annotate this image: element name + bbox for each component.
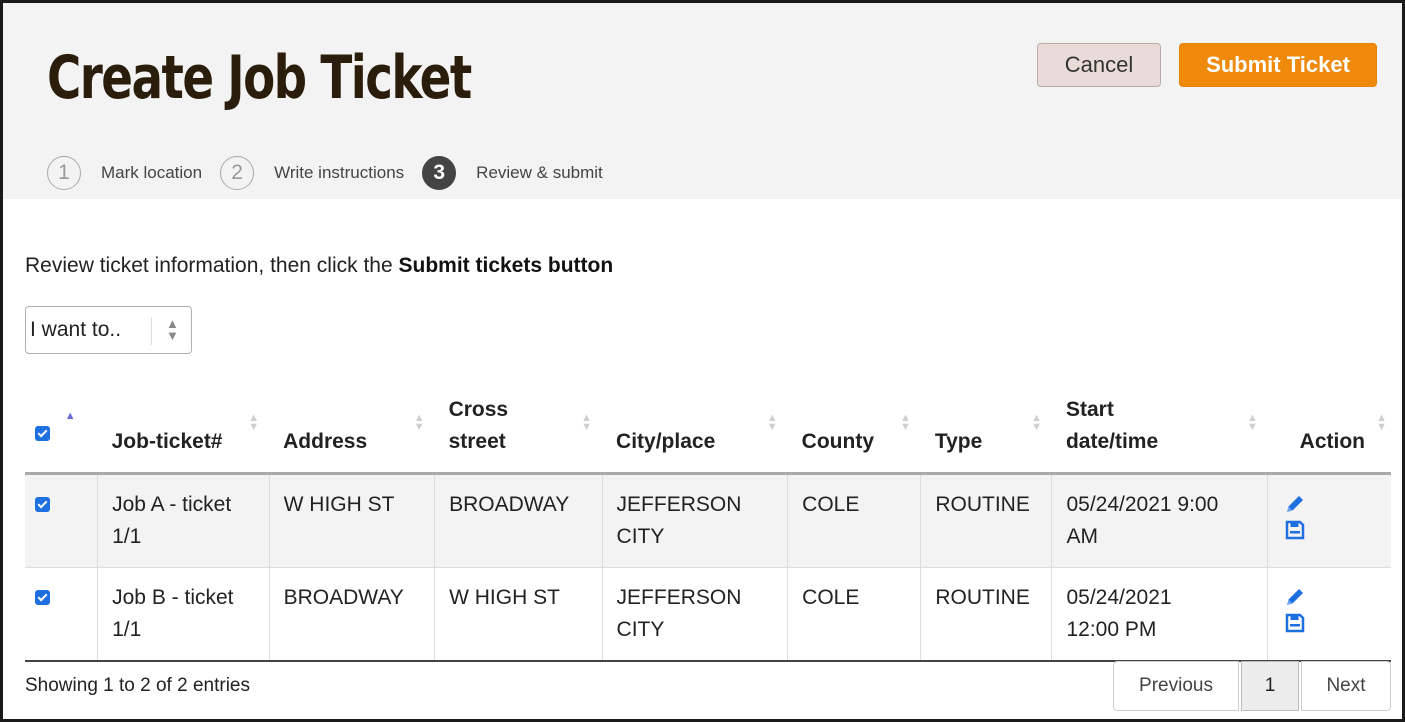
select-arrows-icon: ▲ ▼ — [166, 316, 179, 343]
job-ticket-cell: Job A - ticket 1/1 — [97, 473, 270, 568]
table-header-row: ▲ Job-ticket# ▲ ▼ Address ▲ ▼ Cross street… — [25, 386, 1391, 475]
sort-icon[interactable]: ▲ — [65, 411, 76, 422]
sort-icon[interactable]: ▲ ▼ — [900, 413, 911, 433]
column-header-start-date[interactable]: Start date/time ▲ ▼ — [1051, 386, 1268, 475]
table-row: Job A - ticket 1/1 W HIGH ST BROADWAY JE… — [25, 473, 1391, 568]
sort-icon[interactable]: ▲ ▼ — [581, 413, 592, 433]
app-frame: Create Job Ticket Cancel Submit Ticket 1… — [0, 0, 1405, 722]
save-icon[interactable] — [1284, 612, 1306, 634]
column-header-label: Start — [1065, 397, 1114, 421]
type-cell: ROUTINE — [920, 567, 1053, 662]
sort-icon[interactable]: ▲ ▼ — [248, 413, 259, 433]
city-cell: JEFFERSON CITY — [602, 473, 789, 568]
submit-ticket-button[interactable]: Submit Ticket — [1179, 43, 1377, 87]
previous-page-button[interactable]: Previous — [1113, 661, 1239, 711]
job-ticket-cell: Job B - ticket 1/1 — [97, 567, 270, 662]
sort-icon[interactable]: ▲ ▼ — [767, 413, 778, 433]
row-checkbox[interactable] — [35, 497, 50, 513]
cross-street-cell: BROADWAY — [434, 473, 603, 568]
tickets-table: ▲ Job-ticket# ▲ ▼ Address ▲ ▼ Cross street… — [25, 386, 1391, 662]
cell-text: Job A - ticket — [112, 492, 232, 516]
next-page-button[interactable]: Next — [1301, 661, 1391, 711]
entries-info: Showing 1 to 2 of 2 entries — [25, 675, 250, 696]
action-cell — [1267, 567, 1391, 662]
step-3-number: 3 — [422, 156, 457, 190]
cell-text: 1/1 — [112, 617, 142, 641]
column-header-job-ticket[interactable]: Job-ticket# ▲ ▼ — [97, 386, 270, 475]
column-header-county[interactable]: County ▲ ▼ — [787, 386, 921, 475]
cell-text: Job B - ticket — [112, 585, 234, 609]
column-header-type[interactable]: Type ▲ ▼ — [920, 386, 1052, 475]
cell-text: AM — [1066, 524, 1098, 548]
column-header-action[interactable]: Action ▲ ▼ — [1267, 386, 1391, 475]
column-header-label: Job-ticket# — [111, 429, 223, 453]
cell-text: 05/24/2021 — [1066, 585, 1172, 609]
column-header-label: street — [448, 429, 506, 453]
address-cell: W HIGH ST — [269, 473, 436, 568]
cell-text: CITY — [616, 524, 665, 548]
instructions-emphasis: Submit tickets button — [398, 254, 614, 277]
edit-icon[interactable] — [1284, 493, 1306, 515]
type-cell: ROUTINE — [920, 473, 1053, 568]
step-indicator: 1 Mark location 2 Write instructions 3 R… — [47, 155, 621, 191]
row-checkbox[interactable] — [35, 590, 50, 606]
column-header-label: City/place — [616, 429, 716, 453]
start-date-cell: 05/24/2021 9:00 AM — [1051, 473, 1269, 568]
cell-text: 12:00 PM — [1066, 617, 1157, 641]
column-header-address[interactable]: Address ▲ ▼ — [269, 386, 435, 475]
edit-icon[interactable] — [1284, 586, 1306, 608]
column-header-label: Address — [283, 429, 368, 453]
step-2-label: Write instructions — [274, 163, 405, 182]
row-select-cell — [25, 567, 99, 662]
column-header-label: Cross — [448, 397, 509, 421]
cell-text: 05/24/2021 9:00 — [1066, 492, 1219, 516]
cell-text: JEFFERSON — [616, 585, 742, 609]
county-cell: COLE — [787, 473, 922, 568]
column-header-cross-street[interactable]: Cross street ▲ ▼ — [434, 386, 603, 475]
action-cell — [1267, 473, 1391, 568]
cell-text: 1/1 — [112, 524, 142, 548]
sort-icon[interactable]: ▲ ▼ — [414, 413, 425, 433]
cross-street-cell: W HIGH ST — [434, 567, 603, 662]
step-3-label: Review & submit — [476, 163, 603, 182]
action-select[interactable]: I want to.. ▲ ▼ — [25, 306, 192, 354]
page-header: Create Job Ticket Cancel Submit Ticket 1… — [3, 3, 1402, 199]
select-all-checkbox[interactable] — [35, 426, 50, 442]
sort-icon[interactable]: ▲ ▼ — [1247, 413, 1258, 433]
row-select-cell — [25, 473, 99, 568]
page-1-button[interactable]: 1 — [1241, 661, 1299, 711]
save-icon[interactable] — [1284, 519, 1306, 541]
county-cell: COLE — [787, 567, 922, 662]
sort-icon[interactable]: ▲ ▼ — [1031, 413, 1042, 433]
instructions-text: Review ticket information, then click th… — [25, 254, 613, 278]
page-title: Create Job Ticket — [47, 43, 472, 113]
step-1-label: Mark location — [101, 163, 203, 182]
column-header-label: County — [801, 429, 874, 453]
action-select-value: I want to.. — [30, 318, 122, 341]
instructions-prefix: Review ticket information, then click th… — [25, 254, 399, 277]
start-date-cell: 05/24/2021 12:00 PM — [1051, 567, 1269, 662]
cancel-button[interactable]: Cancel — [1037, 43, 1161, 87]
column-header-label: date/time — [1065, 429, 1159, 453]
table-row: Job B - ticket 1/1 BROADWAY W HIGH ST JE… — [25, 567, 1391, 662]
cell-text: CITY — [616, 617, 665, 641]
cell-text: JEFFERSON — [616, 492, 742, 516]
address-cell: BROADWAY — [269, 567, 436, 662]
select-divider — [151, 317, 152, 345]
step-1-number: 1 — [47, 156, 81, 190]
city-cell: JEFFERSON CITY — [602, 567, 789, 662]
column-header-label: Type — [934, 429, 983, 453]
step-2-number: 2 — [220, 156, 255, 190]
column-header-city[interactable]: City/place ▲ ▼ — [602, 386, 788, 475]
sort-icon[interactable]: ▲ ▼ — [1376, 413, 1387, 433]
header-select-all[interactable]: ▲ — [25, 386, 98, 475]
column-header-label: Action — [1299, 429, 1365, 453]
